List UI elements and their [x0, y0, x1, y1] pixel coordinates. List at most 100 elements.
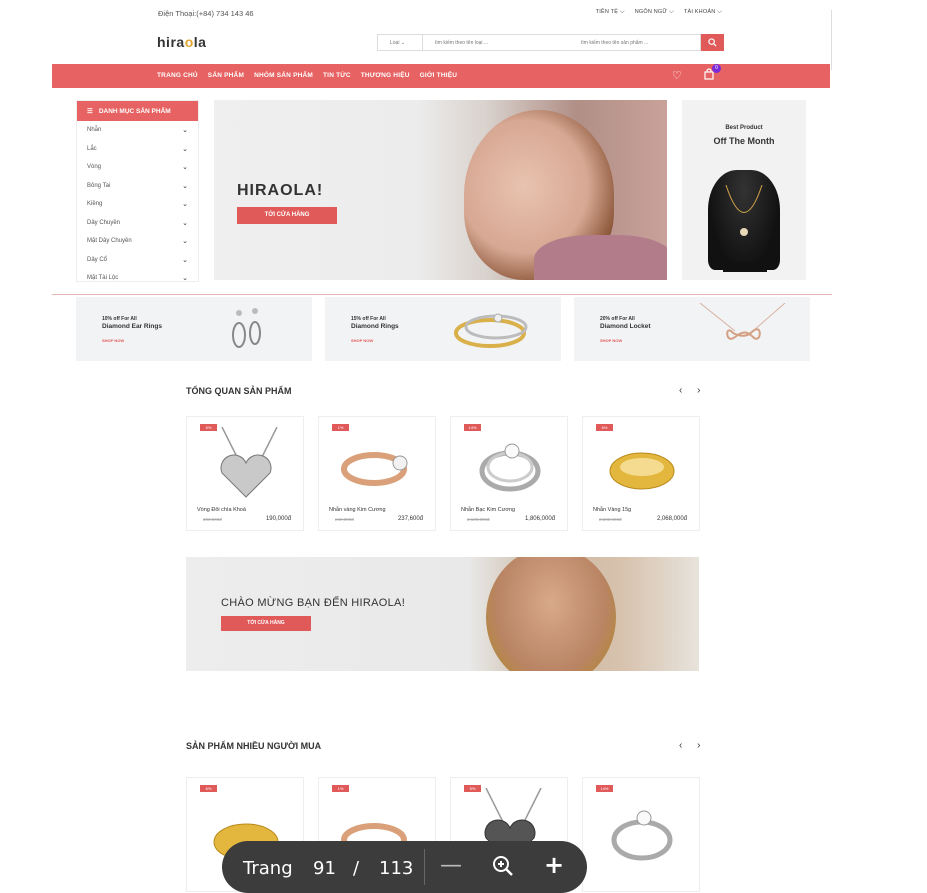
category-item[interactable]: Mặt Tài Lộc ⌄	[77, 269, 198, 281]
promo-rings[interactable]: 15% off For All Diamond Rings SHOP NOW	[325, 297, 561, 361]
promo-shop-link[interactable]: SHOP NOW	[600, 338, 622, 343]
product-card[interactable]: 5% Vòng Đôi chìa Khoá 200,000đ 190,000đ	[186, 416, 304, 531]
search-type-input[interactable]: tìm kiếm theo tên loại ...	[423, 40, 573, 46]
language-dropdown[interactable]: NGÔN NGỮ	[635, 9, 674, 16]
product-card[interactable]: 6% Nhẫn Vàng 15g 2,200,000đ 2,068,000đ	[582, 416, 700, 531]
best-product-subtitle: Off The Month	[713, 136, 775, 146]
chevron-down-icon: ⌄	[182, 164, 188, 172]
search-button[interactable]	[701, 34, 724, 51]
promo-shop-link[interactable]: SHOP NOW	[102, 338, 124, 343]
site-logo[interactable]: hiraola	[157, 34, 206, 50]
zoom-in-icon[interactable]: +	[544, 851, 564, 879]
chevron-down-icon: ⌄	[182, 219, 188, 227]
hero-banner: HIRAOLA! TỚI CỬA HÀNG	[214, 100, 667, 280]
account-dropdown[interactable]: TÀI KHOẢN	[684, 9, 722, 16]
promo-locket[interactable]: 20% off For All Diamond Locket SHOP NOW	[574, 297, 810, 361]
nav-item[interactable]: NHÓM SẢN PHẨM	[254, 72, 313, 79]
welcome-shop-button[interactable]: TỚI CỬA HÀNG	[221, 616, 311, 631]
category-item[interactable]: Nhẫn ⌄	[77, 121, 198, 140]
nav-item[interactable]: SẢN PHẨM	[208, 72, 244, 79]
category-header[interactable]: ☰ DANH MỤC SẢN PHẨM	[77, 101, 198, 121]
old-price: 2,100,000đ	[467, 517, 490, 522]
product-card[interactable]: 14%	[582, 777, 700, 892]
overview-product-list: 5% Vòng Đôi chìa Khoá 200,000đ 190,000đ …	[186, 416, 700, 531]
category-item[interactable]: Lắc ⌄	[77, 140, 198, 159]
nav-item[interactable]: GIỚI THIỆU	[420, 72, 458, 79]
promo-name: Diamond Ear Rings	[102, 323, 162, 330]
discount-tag: 14%	[596, 785, 613, 792]
top-bar: Điện Thoại:(+84) 734 143 46 TIỀN TỆ NGÔN…	[52, 0, 832, 28]
product-price: 190,000đ	[265, 516, 291, 522]
promo-earrings[interactable]: 10% off For All Diamond Ear Rings SHOP N…	[76, 297, 312, 361]
main-nav: TRANG CHỦ SẢN PHẨM NHÓM SẢN PHẨM TIN TỨC THƯ…	[52, 64, 830, 88]
best-product-label: Best Product	[725, 125, 763, 131]
promo-shop-link[interactable]: SHOP NOW	[351, 338, 373, 343]
heart-pendant-image	[220, 427, 278, 498]
category-item-label: Dây Chuyền	[87, 219, 121, 226]
category-sidebar: ☰ DANH MỤC SẢN PHẨM Nhẫn ⌄ Lắc ⌄ Vòng ⌄ Bông Ta…	[76, 100, 199, 282]
category-item[interactable]: Kiềng ⌄	[77, 195, 198, 214]
bestsellers-section-title: SẢN PHẨM NHIỀU NGƯỜI MUA	[186, 741, 322, 751]
web-page: Điện Thoại:(+84) 734 143 46 TIỀN TỆ NGÔN…	[52, 0, 832, 892]
category-item[interactable]: Dây Chuyền ⌄	[77, 214, 198, 233]
page-total: 113	[379, 858, 414, 879]
search-bar: Loại ⌄ tìm kiếm theo tên loại ... tìm ki…	[377, 34, 701, 51]
nav-item[interactable]: THƯƠNG HIỆU	[361, 72, 410, 79]
category-title: DANH MỤC SẢN PHẨM	[98, 107, 171, 115]
promo-discount: 15% off For All	[351, 316, 386, 322]
chevron-down-icon: ⌄	[182, 201, 188, 209]
category-select-label: Loại	[390, 39, 400, 46]
nav-item[interactable]: TIN TỨC	[323, 72, 351, 79]
product-name[interactable]: Nhẫn Bạc Kim Cương	[461, 507, 515, 513]
category-item[interactable]: Mặt Dây Chuyền ⌄	[77, 232, 198, 251]
menu-list-icon: ☰	[87, 108, 93, 115]
zoom-out-icon[interactable]: —	[440, 853, 462, 878]
promo-name: Diamond Locket	[600, 323, 651, 330]
product-price: 2,068,000đ	[656, 516, 687, 522]
currency-dropdown[interactable]: TIỀN TỆ	[596, 9, 625, 16]
promo-discount: 20% off For All	[600, 316, 635, 322]
discount-tag: 1%	[332, 785, 349, 792]
product-price: 1,806,000đ	[524, 516, 555, 522]
discount-tag: 5%	[200, 424, 217, 431]
overview-carousel-arrows[interactable]: ‹ ›	[679, 385, 706, 396]
hero-shop-button[interactable]: TỚI CỬA HÀNG	[237, 207, 337, 224]
wishlist-heart-icon[interactable]: ♡	[672, 69, 682, 82]
product-card[interactable]: 14% Nhẫn Bạc Kim Cương 2,100,000đ 1,806,…	[450, 416, 568, 531]
category-item-label: Vòng	[87, 164, 102, 171]
rings-image	[454, 313, 528, 348]
page-number-input[interactable]: 91	[313, 858, 336, 879]
chevron-down-icon: ⌄	[182, 182, 188, 190]
divider-line	[52, 294, 832, 295]
product-name[interactable]: Vòng Đôi chìa Khoá	[197, 507, 246, 513]
category-list: Nhẫn ⌄ Lắc ⌄ Vòng ⌄ Bông Tai ⌄ Kiềng ⌄ Dây Chuyền ⌄…	[77, 121, 198, 281]
bestsellers-carousel-arrows[interactable]: ‹ ›	[679, 740, 706, 751]
discount-tag: 6%	[596, 424, 613, 431]
discount-tag: 6%	[200, 785, 217, 792]
welcome-title: CHÀO MỪNG BẠN ĐẾN HIRAOLA!	[221, 597, 406, 609]
category-item[interactable]: Vòng ⌄	[77, 158, 198, 177]
product-price: 237,600đ	[397, 516, 423, 522]
product-name[interactable]: Nhẫn vàng Kim Cương	[329, 507, 386, 513]
category-item[interactable]: Dây Cổ ⌄	[77, 251, 198, 270]
product-name[interactable]: Nhẫn Vàng 15g	[593, 507, 631, 513]
nav-item[interactable]: TRANG CHỦ	[157, 72, 198, 79]
category-item-label: Mặt Dây Chuyền	[87, 238, 132, 245]
category-select[interactable]: Loại ⌄	[378, 35, 423, 50]
silver-ring-image	[479, 443, 541, 492]
pendant-necklace-image	[725, 185, 763, 236]
top-bar-menu: TIỀN TỆ NGÔN NGỮ TÀI KHOẢN	[596, 9, 722, 16]
phone-number: Điện Thoại:(+84) 734 143 46	[158, 9, 254, 18]
welcome-model-image	[486, 557, 616, 671]
best-product-card[interactable]: Best Product Off The Month	[682, 100, 806, 280]
nav-items: TRANG CHỦ SẢN PHẨM NHÓM SẢN PHẨM TIN TỨC THƯ…	[157, 72, 457, 79]
promo-name: Diamond Rings	[351, 323, 399, 330]
logo-text-left: hira	[157, 34, 185, 50]
necklace-bust-base	[723, 262, 767, 272]
product-card[interactable]: 1% Nhẫn vàng Kim Cương 240,000đ 237,600đ	[318, 416, 436, 531]
zoom-fit-icon[interactable]	[492, 855, 514, 877]
hero-title: HIRAOLA!	[237, 182, 324, 199]
category-item[interactable]: Bông Tai ⌄	[77, 177, 198, 196]
page-separator: /	[353, 858, 360, 879]
search-product-input[interactable]: tìm kiếm theo tên sản phẩm ...	[573, 40, 700, 46]
